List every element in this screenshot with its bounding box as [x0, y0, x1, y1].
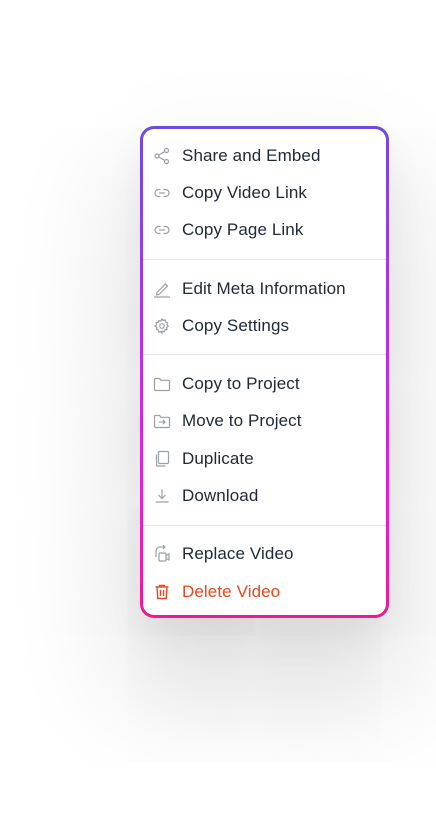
- link-icon: [153, 221, 171, 239]
- item-label: Duplicate: [182, 448, 254, 468]
- menu-divider: [143, 258, 386, 260]
- copy-to-project-item[interactable]: Copy to Project: [143, 365, 386, 402]
- context-menu: Share and Embed Copy Video Link Copy Pag…: [140, 126, 389, 618]
- trash-icon: [153, 583, 171, 601]
- context-menu-panel: Share and Embed Copy Video Link Copy Pag…: [143, 129, 386, 615]
- folder-icon: [153, 375, 171, 393]
- download-icon: [153, 487, 171, 505]
- share-and-embed-item[interactable]: Share and Embed: [143, 137, 386, 174]
- copy-video-link-item[interactable]: Copy Video Link: [143, 174, 386, 211]
- item-label: Copy Page Link: [182, 220, 304, 240]
- edit-meta-information-item[interactable]: Edit Meta Information: [143, 270, 386, 307]
- item-label: Delete Video: [182, 581, 281, 601]
- item-label: Copy Settings: [182, 315, 290, 335]
- duplicate-item[interactable]: Duplicate: [143, 440, 386, 477]
- item-label: Download: [182, 486, 259, 506]
- item-label: Edit Meta Information: [182, 278, 346, 298]
- copy-settings-item[interactable]: Copy Settings: [143, 307, 386, 344]
- menu-group-edit: Edit Meta Information Copy Settings: [143, 270, 386, 345]
- replace-video-icon: [153, 545, 171, 563]
- copy-page-link-item[interactable]: Copy Page Link: [143, 212, 386, 249]
- menu-group-video: Replace Video Delete Video: [143, 536, 386, 611]
- duplicate-icon: [153, 450, 171, 468]
- item-label: Share and Embed: [182, 145, 321, 165]
- menu-group-share: Share and Embed Copy Video Link Copy Pag…: [143, 137, 386, 249]
- item-label: Copy Video Link: [182, 182, 307, 202]
- share-icon: [153, 147, 171, 165]
- delete-video-item[interactable]: Delete Video: [143, 573, 386, 610]
- replace-video-item[interactable]: Replace Video: [143, 536, 386, 573]
- menu-divider: [143, 524, 386, 526]
- item-label: Replace Video: [182, 544, 294, 564]
- folder-move-icon: [153, 412, 171, 430]
- pencil-icon: [153, 280, 171, 298]
- gear-icon: [153, 317, 171, 335]
- menu-divider: [143, 354, 386, 356]
- download-item[interactable]: Download: [143, 477, 386, 514]
- link-icon: [153, 184, 171, 202]
- item-label: Copy to Project: [182, 374, 300, 394]
- menu-group-project: Copy to Project Move to Project Duplicat…: [143, 365, 386, 514]
- item-label: Move to Project: [182, 411, 302, 431]
- move-to-project-item[interactable]: Move to Project: [143, 403, 386, 440]
